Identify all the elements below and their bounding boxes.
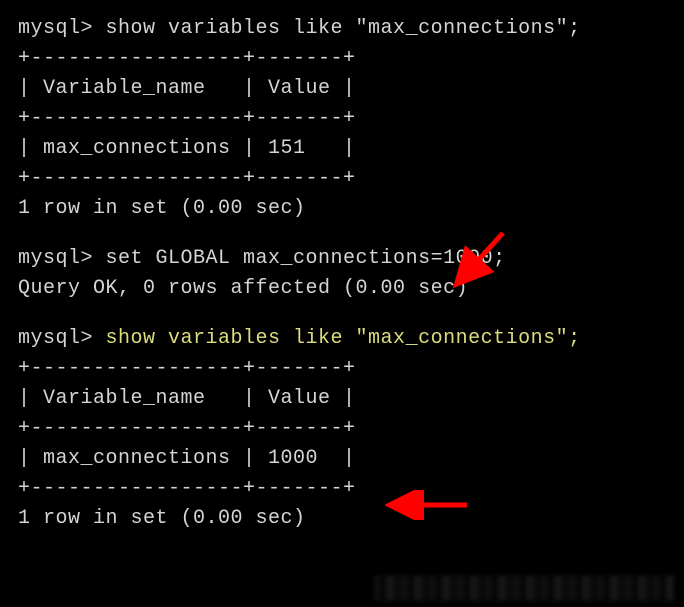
command-text: set GLOBAL max_connections=1000;	[106, 247, 506, 270]
table-header: | Variable_name | Value |	[18, 384, 666, 414]
blank-line	[18, 224, 666, 234]
table-border: +-----------------+-------+	[18, 104, 666, 134]
mysql-prompt: mysql>	[18, 327, 106, 350]
watermark-blur	[374, 575, 674, 601]
table-header: | Variable_name | Value |	[18, 74, 666, 104]
table-border: +-----------------+-------+	[18, 414, 666, 444]
command-line-3: mysql> show variables like "max_connecti…	[18, 324, 666, 354]
table-border: +-----------------+-------+	[18, 474, 666, 504]
query-result: Query OK, 0 rows affected (0.00 sec)	[18, 274, 666, 304]
mysql-prompt: mysql>	[18, 17, 106, 40]
blank-line	[18, 314, 666, 324]
command-text: show variables like "max_connections";	[106, 17, 581, 40]
table-border: +-----------------+-------+	[18, 354, 666, 384]
table-border: +-----------------+-------+	[18, 44, 666, 74]
result-footer: 1 row in set (0.00 sec)	[18, 504, 666, 534]
table-border: +-----------------+-------+	[18, 164, 666, 194]
mysql-terminal: mysql> show variables like "max_connecti…	[18, 14, 666, 534]
blank-line	[18, 304, 666, 314]
table-row: | max_connections | 151 |	[18, 134, 666, 164]
table-row: | max_connections | 1000 |	[18, 444, 666, 474]
blank-line	[18, 234, 666, 244]
mysql-prompt: mysql>	[18, 247, 106, 270]
command-text-highlighted: show variables like "max_connections";	[106, 327, 581, 350]
result-footer: 1 row in set (0.00 sec)	[18, 194, 666, 224]
command-line-2: mysql> set GLOBAL max_connections=1000;	[18, 244, 666, 274]
command-line-1: mysql> show variables like "max_connecti…	[18, 14, 666, 44]
